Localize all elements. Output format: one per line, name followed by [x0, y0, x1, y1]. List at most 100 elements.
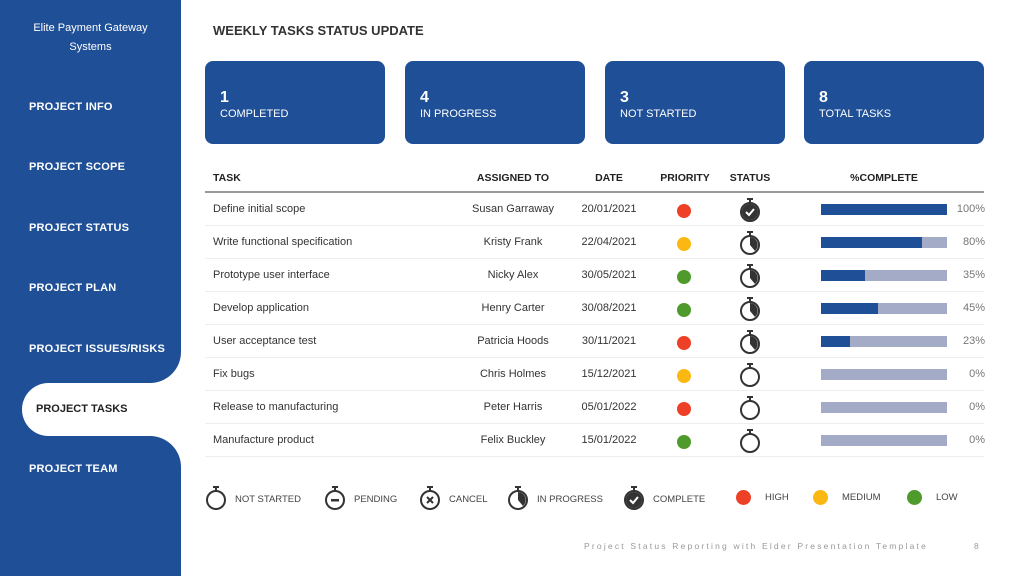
task-name: User acceptance test [213, 335, 317, 347]
pending-icon [324, 485, 354, 514]
percent-complete: 35% [962, 269, 985, 281]
table-row: User acceptance test Patricia Hoods 30/1… [205, 325, 985, 358]
task-name: Write functional specification [213, 236, 353, 248]
priority-medium-dot [677, 237, 691, 251]
legend-cancel: CANCEL [419, 485, 488, 514]
card-not-started: 3 NOT STARTED [605, 61, 785, 144]
percent-complete: 0% [969, 401, 985, 413]
table-row: Release to manufacturing Peter Harris 05… [205, 391, 985, 424]
percent-complete: 45% [962, 302, 985, 314]
assigned-to: Kristy Frank [483, 236, 543, 248]
task-date: 15/01/2022 [581, 434, 637, 446]
assigned-to: Patricia Hoods [477, 335, 549, 347]
priority-high-dot [677, 204, 691, 218]
card-total-tasks: 8 TOTAL TASKS [804, 61, 984, 144]
medium-dot [813, 490, 828, 505]
priority-high-dot [677, 402, 691, 416]
sidebar-item-project-status[interactable]: PROJECT STATUS [29, 222, 129, 234]
progress-bar [821, 237, 947, 248]
low-dot [907, 490, 922, 505]
page-number: 8 [974, 541, 979, 551]
table-row: Fix bugs Chris Holmes 15/12/2021 0% [205, 358, 985, 391]
assigned-to: Felix Buckley [480, 434, 546, 446]
progress-fill [821, 336, 850, 347]
progress-bar [821, 336, 947, 347]
sidebar-item-project-issues[interactable]: PROJECT ISSUES/RISKS [29, 343, 165, 355]
progress-bar [821, 204, 947, 215]
percent-complete: 100% [956, 203, 985, 215]
legend-in-progress: IN PROGRESS [507, 485, 603, 514]
progress-fill [821, 303, 878, 314]
status-in-progress-icon [739, 263, 761, 289]
task-name: Fix bugs [213, 368, 255, 380]
sidebar-item-project-plan[interactable]: PROJECT PLAN [29, 282, 116, 294]
assigned-to: Chris Holmes [479, 368, 546, 380]
table-row: Write functional specification Kristy Fr… [205, 226, 985, 259]
status-in-progress-icon [739, 329, 761, 355]
task-name: Manufacture product [213, 434, 314, 446]
table-row: Develop application Henry Carter 30/08/2… [205, 292, 985, 325]
table-row: Define initial scope Susan Garraway 20/0… [205, 193, 985, 226]
cancel-icon [419, 485, 449, 514]
card-completed: 1 COMPLETED [205, 61, 385, 144]
task-name: Develop application [213, 302, 310, 314]
task-date: 20/01/2021 [581, 203, 637, 215]
legend-low: LOW [907, 490, 958, 505]
sidebar-item-project-tasks[interactable]: PROJECT TASKS [22, 383, 181, 436]
header-task: TASK [213, 172, 241, 184]
status-not-started-icon [739, 428, 761, 454]
task-date: 05/01/2022 [581, 401, 637, 413]
assigned-to: Susan Garraway [472, 203, 554, 215]
percent-complete: 0% [969, 368, 985, 380]
assigned-to: Peter Harris [483, 401, 543, 413]
priority-medium-dot [677, 369, 691, 383]
task-name: Prototype user interface [213, 269, 330, 281]
priority-low-dot [677, 435, 691, 449]
footer-text: Project Status Reporting with Elder Pres… [584, 541, 928, 551]
legend-pending: PENDING [324, 485, 397, 514]
sidebar-item-project-info[interactable]: PROJECT INFO [29, 101, 113, 113]
priority-low-dot [677, 270, 691, 284]
legend-not-started: NOT STARTED [205, 485, 301, 514]
sidebar-item-project-scope[interactable]: PROJECT SCOPE [29, 161, 125, 173]
progress-fill [821, 237, 922, 248]
progress-bar [821, 402, 947, 413]
task-date: 22/04/2021 [581, 236, 637, 248]
brand-name: Elite Payment Gateway Systems [33, 22, 148, 53]
task-date: 30/11/2021 [581, 335, 637, 347]
progress-bar [821, 303, 947, 314]
sidebar: Elite Payment Gateway Systems PROJECT IN… [0, 0, 181, 576]
task-name: Release to manufacturing [213, 401, 339, 413]
assigned-to: Nicky Alex [487, 269, 539, 281]
card-in-progress: 4 IN PROGRESS [405, 61, 585, 144]
complete-icon [623, 485, 653, 514]
header-assigned-to: ASSIGNED TO [476, 172, 550, 184]
sidebar-item-project-team[interactable]: PROJECT TEAM [29, 463, 118, 475]
progress-bar [821, 435, 947, 446]
page-title: WEEKLY TASKS STATUS UPDATE [213, 23, 424, 38]
header-status: STATUS [729, 172, 771, 184]
percent-complete: 0% [969, 434, 985, 446]
task-date: 30/08/2021 [581, 302, 637, 314]
assigned-to: Henry Carter [481, 302, 545, 314]
priority-high-dot [677, 336, 691, 350]
status-in-progress-icon [739, 296, 761, 322]
header-priority: PRIORITY [660, 172, 710, 184]
progress-fill [821, 270, 866, 281]
not-started-icon [205, 485, 235, 514]
legend-high: HIGH [736, 490, 789, 505]
progress-bar [821, 270, 947, 281]
header-date: DATE [595, 172, 623, 184]
percent-complete: 80% [962, 236, 985, 248]
legend-medium: MEDIUM [813, 490, 881, 505]
in-progress-icon [507, 485, 537, 514]
table-row: Prototype user interface Nicky Alex 30/0… [205, 259, 985, 292]
high-dot [736, 490, 751, 505]
priority-low-dot [677, 303, 691, 317]
legend-complete: COMPLETE [623, 485, 705, 514]
status-in-progress-icon [739, 230, 761, 256]
task-date: 30/05/2021 [581, 269, 637, 281]
header-percent-complete: %COMPLETE [850, 172, 918, 184]
status-complete-icon [739, 197, 761, 223]
table-row: Manufacture product Felix Buckley 15/01/… [205, 424, 985, 457]
